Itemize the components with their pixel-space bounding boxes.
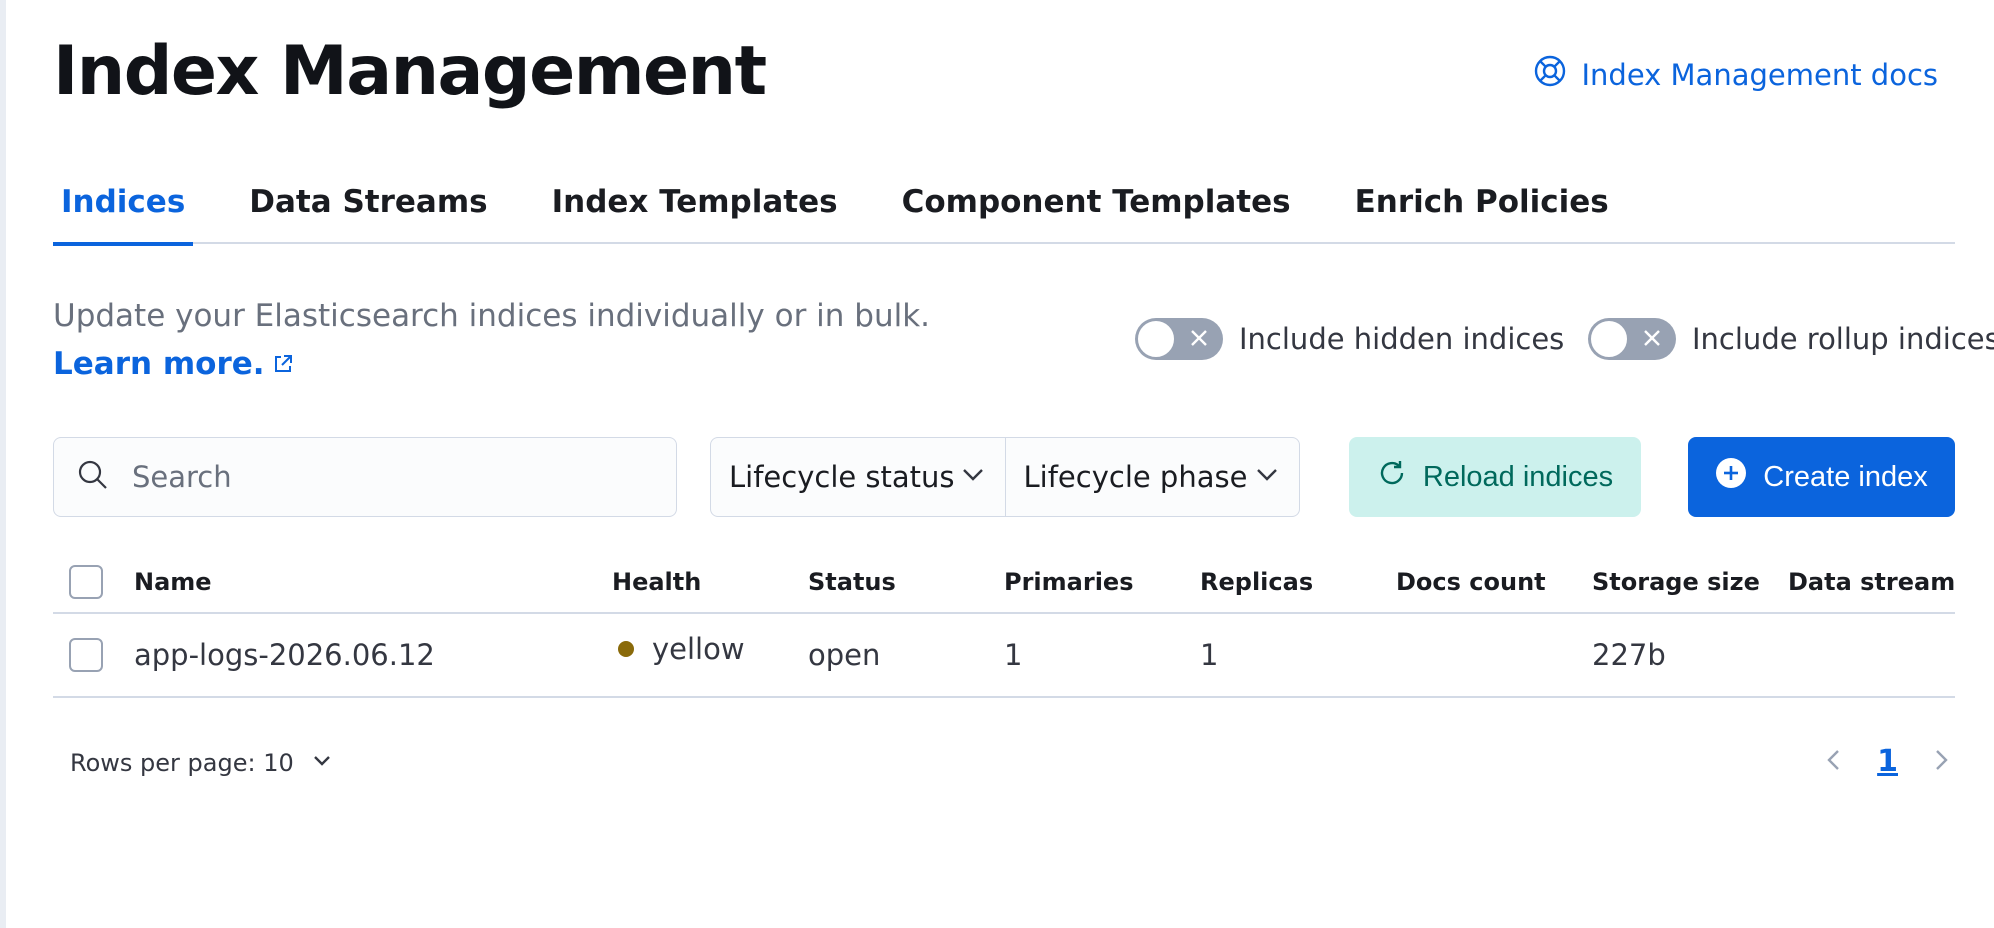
reload-indices-label: Reload indices — [1422, 460, 1614, 493]
tab-enrich-policies[interactable]: Enrich Policies — [1347, 180, 1617, 244]
health-status-dot — [618, 641, 634, 657]
lifebuoy-icon — [1533, 54, 1567, 95]
lifecycle-phase-filter[interactable]: Lifecycle phase — [1004, 438, 1300, 516]
external-link-icon — [265, 346, 295, 382]
select-all-cell — [69, 552, 103, 612]
column-header-replicas[interactable]: Replicas — [1200, 552, 1313, 612]
search-icon — [76, 458, 110, 496]
column-header-docs-count[interactable]: Docs count — [1396, 552, 1546, 612]
rollup-indices-toggle-group: Include rollup indices — [1588, 318, 1994, 360]
left-border — [0, 0, 6, 928]
row-select-cell — [69, 614, 103, 696]
rows-per-page-selector[interactable]: Rows per page: 10 — [70, 748, 334, 778]
learn-more-link[interactable]: Learn more. — [53, 346, 295, 382]
chevron-down-icon — [310, 748, 334, 778]
lifecycle-phase-label: Lifecycle phase — [1023, 460, 1248, 494]
tab-data-streams[interactable]: Data Streams — [241, 180, 495, 244]
create-index-button[interactable]: Create index — [1688, 437, 1955, 517]
column-header-health[interactable]: Health — [612, 552, 701, 612]
column-header-primaries[interactable]: Primaries — [1004, 552, 1133, 612]
storage-size-value: 227b — [1592, 638, 1666, 672]
lifecycle-status-label: Lifecycle status — [729, 460, 955, 494]
indices-table: Name Health Status Primaries Replicas Do… — [53, 552, 1955, 698]
status-value: open — [808, 638, 881, 672]
replicas-value: 1 — [1200, 638, 1219, 672]
description-text: Update your Elasticsearch indices indivi… — [53, 298, 931, 334]
learn-more-label: Learn more. — [53, 346, 265, 382]
hidden-indices-toggle-group: Include hidden indices — [1135, 318, 1564, 360]
index-name-link[interactable]: app-logs-2026.06.12 — [134, 614, 435, 696]
create-index-label: Create index — [1763, 460, 1928, 493]
chevron-down-icon — [1253, 460, 1281, 495]
select-all-checkbox[interactable] — [69, 565, 103, 599]
tab-component-templates[interactable]: Component Templates — [894, 180, 1299, 244]
plus-circle-icon — [1715, 457, 1747, 497]
hidden-indices-label: Include hidden indices — [1239, 322, 1565, 356]
docs-link-label: Index Management docs — [1581, 57, 1938, 92]
search-input[interactable] — [132, 460, 612, 494]
lifecycle-status-filter[interactable]: Lifecycle status — [711, 438, 1005, 516]
switch-knob — [1137, 320, 1175, 358]
health-cell: yellow — [618, 608, 745, 690]
switch-knob — [1590, 320, 1628, 358]
pagination: 1 — [1821, 744, 1954, 779]
chevron-right-icon[interactable] — [1928, 747, 1954, 777]
page-number-button[interactable]: 1 — [1877, 744, 1898, 779]
docs-link[interactable]: Index Management docs — [1533, 54, 1938, 95]
hidden-indices-switch[interactable] — [1135, 318, 1223, 360]
page-description: Update your Elasticsearch indices indivi… — [53, 292, 1033, 388]
rows-per-page-label: Rows per page: 10 — [70, 749, 294, 777]
page-title: Index Management — [53, 32, 767, 111]
tab-index-templates[interactable]: Index Templates — [544, 180, 846, 244]
rollup-indices-switch[interactable] — [1588, 318, 1676, 360]
column-header-status[interactable]: Status — [808, 552, 896, 612]
reload-indices-button[interactable]: Reload indices — [1349, 437, 1641, 517]
table-row: app-logs-2026.06.12 yellow open 1 1 227b — [53, 614, 1955, 698]
table-header: Name Health Status Primaries Replicas Do… — [53, 552, 1955, 614]
lifecycle-filter-group: Lifecycle status Lifecycle phase — [710, 437, 1300, 517]
refresh-icon — [1377, 458, 1407, 496]
rollup-indices-label: Include rollup indices — [1692, 322, 1994, 356]
chevron-down-icon — [959, 460, 987, 495]
health-value: yellow — [652, 632, 745, 666]
row-checkbox[interactable] — [69, 638, 103, 672]
chevron-left-icon[interactable] — [1821, 747, 1847, 777]
tab-indices[interactable]: Indices — [53, 180, 194, 246]
column-header-data-stream[interactable]: Data stream — [1788, 552, 1955, 612]
cross-icon — [1644, 330, 1660, 346]
column-header-name[interactable]: Name — [134, 552, 212, 612]
cross-icon — [1191, 330, 1207, 346]
primaries-value: 1 — [1004, 638, 1023, 672]
column-header-storage-size[interactable]: Storage size — [1592, 552, 1760, 612]
search-box — [53, 437, 677, 517]
tab-bar: Indices Data Streams Index Templates Com… — [53, 180, 1955, 246]
